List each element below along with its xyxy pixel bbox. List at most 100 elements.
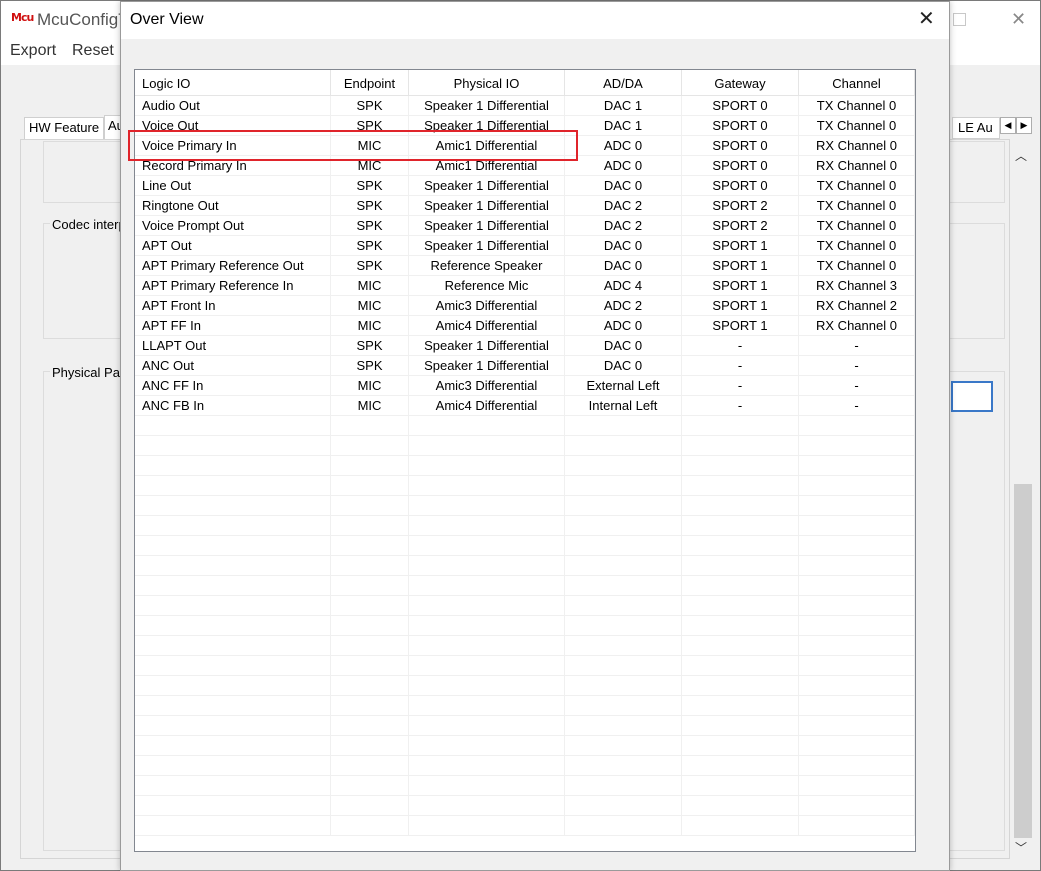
table-cell	[682, 696, 799, 716]
table-cell	[331, 476, 409, 496]
table-cell: Speaker 1 Differential	[409, 116, 565, 136]
table-cell	[409, 816, 565, 836]
table-cell	[409, 656, 565, 676]
chevron-up-icon[interactable]: ︿	[1015, 147, 1027, 164]
table-cell	[135, 436, 331, 456]
table-cell	[135, 676, 331, 696]
table-row[interactable]: Voice Out SPK Speaker 1 Differential DAC 1S…	[135, 116, 915, 136]
table-cell	[565, 516, 682, 536]
empty-row	[135, 736, 915, 756]
table-row[interactable]: LLAPT Out SPK Speaker 1 Differential DAC 0-…	[135, 336, 915, 356]
focused-field[interactable]	[951, 381, 993, 412]
table-cell: Amic4 Differential	[409, 396, 565, 416]
menu-export[interactable]: Export	[10, 42, 56, 60]
app-logo: Mcu	[11, 11, 34, 24]
table-cell	[565, 596, 682, 616]
triangle-right-icon[interactable]: ▶	[1016, 117, 1032, 134]
table-row[interactable]: APT Primary Reference In MIC Reference Mic…	[135, 276, 915, 296]
table-cell	[799, 556, 915, 576]
table-row[interactable]: APT Out SPK Speaker 1 Differential DAC 0 SPO…	[135, 236, 915, 256]
column-header-logic-io[interactable]: Logic IO	[135, 70, 331, 96]
table-cell: DAC 2	[565, 216, 682, 236]
table-cell	[799, 596, 915, 616]
column-header-ad-da[interactable]: AD/DA	[565, 70, 682, 96]
table-row[interactable]: APT FF In MIC Amic4 Differential ADC 0 SPORT…	[135, 316, 915, 336]
scrollbar-thumb[interactable]	[1014, 484, 1032, 838]
table-cell	[135, 576, 331, 596]
table-cell	[799, 516, 915, 536]
triangle-left-icon[interactable]: ◀	[1000, 117, 1016, 134]
table-cell	[682, 776, 799, 796]
table-cell	[682, 656, 799, 676]
table-row[interactable]: Voice Primary In MIC Amic1 Differential ADC…	[135, 136, 915, 156]
table-row[interactable]: Record Primary In MIC Amic1 Differential AD…	[135, 156, 915, 176]
empty-row	[135, 436, 915, 456]
table-row[interactable]: Line Out SPK Speaker 1 Differential DAC 0 SP…	[135, 176, 915, 196]
table-cell	[331, 636, 409, 656]
table-row[interactable]: Voice Prompt Out SPK Speaker 1 Differentia…	[135, 216, 915, 236]
table-cell	[409, 596, 565, 616]
column-header-physical-io[interactable]: Physical IO	[409, 70, 565, 96]
maximize-icon[interactable]	[953, 13, 966, 26]
table-cell	[135, 656, 331, 676]
table-cell: SPORT 0	[682, 96, 799, 116]
table-cell	[135, 796, 331, 816]
table-cell: Amic1 Differential	[409, 136, 565, 156]
table-cell: -	[682, 396, 799, 416]
table-row[interactable]: APT Front In MIC Amic3 Differential ADC 2 SP…	[135, 296, 915, 316]
tab-le-audio[interactable]: LE Au	[952, 117, 1000, 139]
overview-list[interactable]: Logic IO Endpoint Physical IO AD/DA Gate…	[134, 69, 916, 852]
table-cell	[409, 556, 565, 576]
table-cell	[799, 636, 915, 656]
table-cell: TX Channel 0	[799, 116, 915, 136]
table-cell	[799, 676, 915, 696]
menu-reset[interactable]: Reset	[72, 42, 114, 60]
table-cell	[565, 616, 682, 636]
table-cell	[409, 476, 565, 496]
table-cell	[331, 496, 409, 516]
table-row[interactable]: ANC Out SPK Speaker 1 Differential DAC 0--	[135, 356, 915, 376]
table-cell	[799, 576, 915, 596]
table-cell	[799, 756, 915, 776]
table-cell: Audio Out	[135, 96, 331, 116]
table-cell	[331, 756, 409, 776]
column-header-channel[interactable]: Channel	[799, 70, 915, 96]
table-cell	[409, 516, 565, 536]
table-cell	[409, 736, 565, 756]
table-cell	[135, 496, 331, 516]
table-cell	[409, 636, 565, 656]
table-cell: SPK	[331, 336, 409, 356]
table-cell: DAC 0	[565, 336, 682, 356]
table-row[interactable]: Ringtone Out SPK Speaker 1 Differential DAC…	[135, 196, 915, 216]
table-row[interactable]: Audio Out SPK Speaker 1 Differential DAC 1S…	[135, 96, 915, 116]
table-cell: Amic3 Differential	[409, 376, 565, 396]
close-icon[interactable]: ✕	[1011, 9, 1026, 30]
column-header-endpoint[interactable]: Endpoint	[331, 70, 409, 96]
dialog-titlebar: Over View ✕	[121, 2, 949, 39]
empty-row	[135, 816, 915, 836]
empty-row	[135, 696, 915, 716]
empty-row	[135, 716, 915, 736]
tab-hw-feature[interactable]: HW Feature	[24, 117, 105, 139]
table-cell: Voice Primary In	[135, 136, 331, 156]
table-cell: External Left	[565, 376, 682, 396]
column-header-gateway[interactable]: Gateway	[682, 70, 799, 96]
table-cell	[682, 496, 799, 516]
table-cell	[682, 816, 799, 836]
table-cell	[682, 456, 799, 476]
table-row[interactable]: ANC FF In MIC Amic3 Differential External L…	[135, 376, 915, 396]
table-cell: ADC 0	[565, 136, 682, 156]
table-cell: SPORT 0	[682, 136, 799, 156]
table-row[interactable]: ANC FB In MIC Amic4 Differential Internal L…	[135, 396, 915, 416]
table-cell	[409, 456, 565, 476]
table-row[interactable]: APT Primary Reference Out SPK Reference Sp…	[135, 256, 915, 276]
close-icon[interactable]: ✕	[918, 8, 935, 30]
table-cell: DAC 2	[565, 196, 682, 216]
table-cell	[799, 616, 915, 636]
table-cell	[331, 516, 409, 536]
table-cell: ANC FF In	[135, 376, 331, 396]
chevron-down-icon[interactable]: ﹀	[1015, 839, 1027, 856]
table-cell	[409, 756, 565, 776]
table-cell: DAC 0	[565, 236, 682, 256]
table-cell	[565, 576, 682, 596]
